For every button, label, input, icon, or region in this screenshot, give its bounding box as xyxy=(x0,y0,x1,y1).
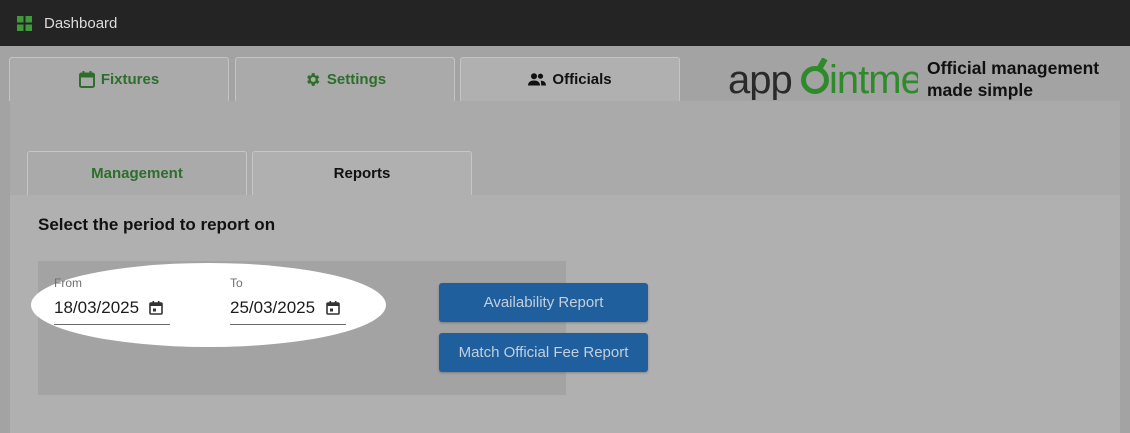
appointme-logo: app intme xyxy=(728,58,918,100)
to-calendar-icon[interactable] xyxy=(326,301,340,315)
match-official-fee-report-button[interactable]: Match Official Fee Report xyxy=(439,333,648,372)
tab-settings-label: Settings xyxy=(326,71,387,88)
tagline-line-1: Official management xyxy=(927,58,1100,78)
availability-report-button[interactable]: Availability Report xyxy=(439,283,648,322)
gear-icon xyxy=(307,73,320,86)
from-underline xyxy=(54,324,170,325)
from-date-input[interactable]: 18/03/2025 xyxy=(54,298,139,318)
dashboard-title[interactable]: Dashboard xyxy=(44,15,117,32)
subtab-management[interactable]: Management xyxy=(27,151,247,195)
from-label: From xyxy=(54,276,82,290)
to-label: To xyxy=(230,276,243,290)
tab-fixtures-label: Fixtures xyxy=(100,71,160,88)
tab-officials-label: Officials xyxy=(552,71,612,88)
to-date-input[interactable]: 25/03/2025 xyxy=(230,298,315,318)
to-underline xyxy=(230,324,346,325)
grid-icon[interactable] xyxy=(17,16,32,31)
calendar-icon xyxy=(78,71,95,88)
tagline: Official management made simple xyxy=(927,57,1099,101)
tagline-line-2: made simple xyxy=(927,80,1034,100)
from-calendar-icon[interactable] xyxy=(149,301,163,315)
tab-settings[interactable]: Settings xyxy=(235,57,455,101)
tab-fixtures[interactable]: Fixtures xyxy=(9,57,229,101)
svg-text:app: app xyxy=(728,58,792,100)
people-icon xyxy=(528,73,547,86)
svg-text:intme: intme xyxy=(829,58,918,100)
report-period-heading: Select the period to report on xyxy=(38,215,276,234)
tab-officials[interactable]: Officials xyxy=(460,57,680,101)
subtab-reports[interactable]: Reports xyxy=(252,151,472,195)
top-bar: Dashboard xyxy=(0,0,1130,46)
